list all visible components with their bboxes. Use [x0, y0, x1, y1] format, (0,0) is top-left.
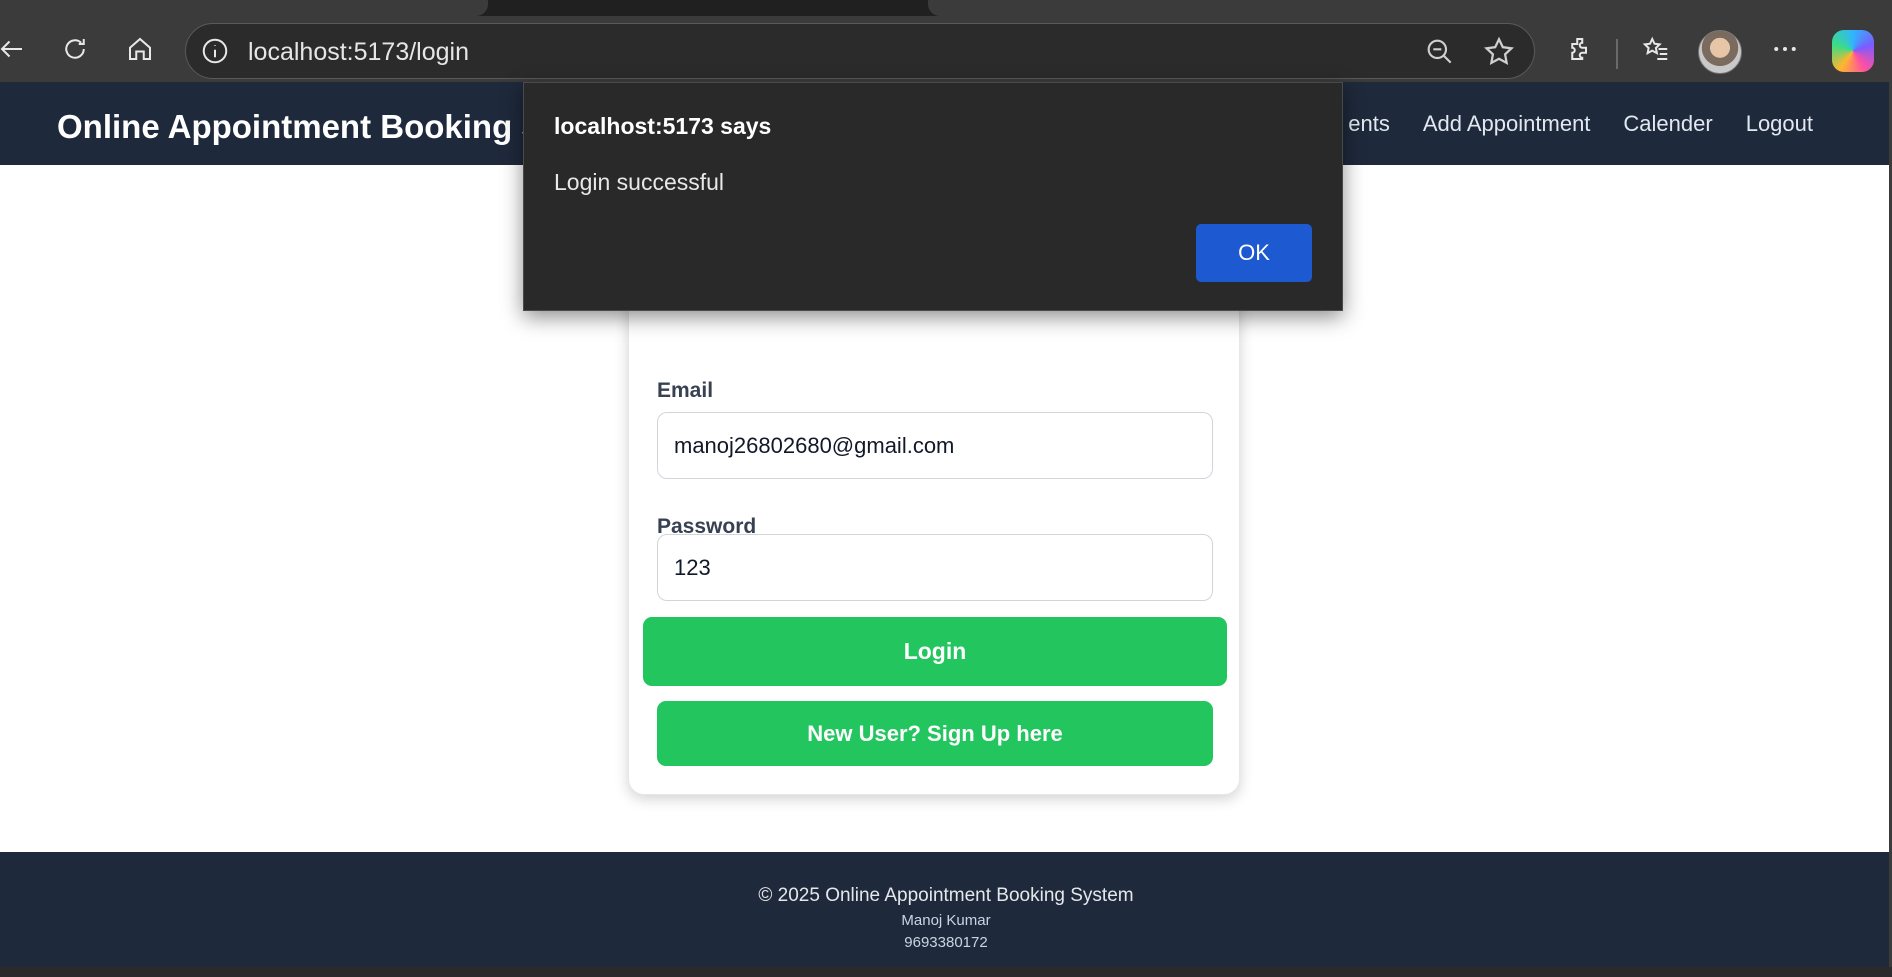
nav-link-logout[interactable]: Logout: [1746, 111, 1813, 137]
login-card: Email Password Login New User? Sign Up h…: [628, 247, 1240, 795]
more-menu-icon[interactable]: [1765, 29, 1805, 69]
favorites-icon[interactable]: [1636, 29, 1676, 69]
profile-avatar[interactable]: [1698, 30, 1742, 74]
nav-link-add-appointment[interactable]: Add Appointment: [1423, 111, 1591, 137]
url-text[interactable]: localhost:5173/login: [248, 38, 469, 67]
site-footer: © 2025 Online Appointment Booking System…: [0, 852, 1892, 977]
nav-links: ents Add Appointment Calender Logout: [1348, 111, 1813, 137]
alert-message: Login successful: [554, 169, 725, 195]
email-label: Email: [657, 379, 714, 402]
reload-icon[interactable]: [55, 29, 95, 69]
ok-button[interactable]: OK: [1196, 224, 1312, 282]
alert-dialog: localhost:5173 says Login successful OK: [523, 82, 1343, 311]
address-bar[interactable]: localhost:5173/login: [185, 23, 1535, 79]
footer-author: Manoj Kumar: [901, 912, 991, 929]
window-bottom-strip: [0, 967, 1892, 977]
alert-title: localhost:5173 says: [554, 113, 772, 139]
browser-toolbar: localhost:5173/login: [0, 16, 1892, 82]
site-brand[interactable]: Online Appointment Booking S: [57, 108, 543, 146]
signup-button[interactable]: New User? Sign Up here: [657, 701, 1213, 766]
toolbar-divider: [1616, 39, 1618, 69]
site-info-icon[interactable]: [200, 36, 230, 66]
nav-link-appointments[interactable]: ents: [1348, 111, 1390, 137]
footer-phone: 9693380172: [904, 934, 988, 951]
nav-link-calender[interactable]: Calender: [1623, 111, 1712, 137]
copilot-icon[interactable]: [1832, 30, 1874, 72]
browser-tab[interactable]: [928, 0, 1892, 16]
zoom-out-icon[interactable]: [1424, 36, 1456, 68]
password-field[interactable]: [657, 534, 1213, 601]
favorite-star-icon[interactable]: [1482, 35, 1516, 69]
email-field[interactable]: [657, 412, 1213, 479]
login-button[interactable]: Login: [643, 617, 1227, 686]
home-icon[interactable]: [120, 29, 160, 69]
footer-copyright: © 2025 Online Appointment Booking System: [758, 885, 1134, 906]
browser-tab[interactable]: [0, 0, 488, 16]
back-icon[interactable]: [0, 29, 32, 69]
tab-strip: [0, 0, 1892, 16]
extensions-icon[interactable]: [1561, 29, 1601, 69]
